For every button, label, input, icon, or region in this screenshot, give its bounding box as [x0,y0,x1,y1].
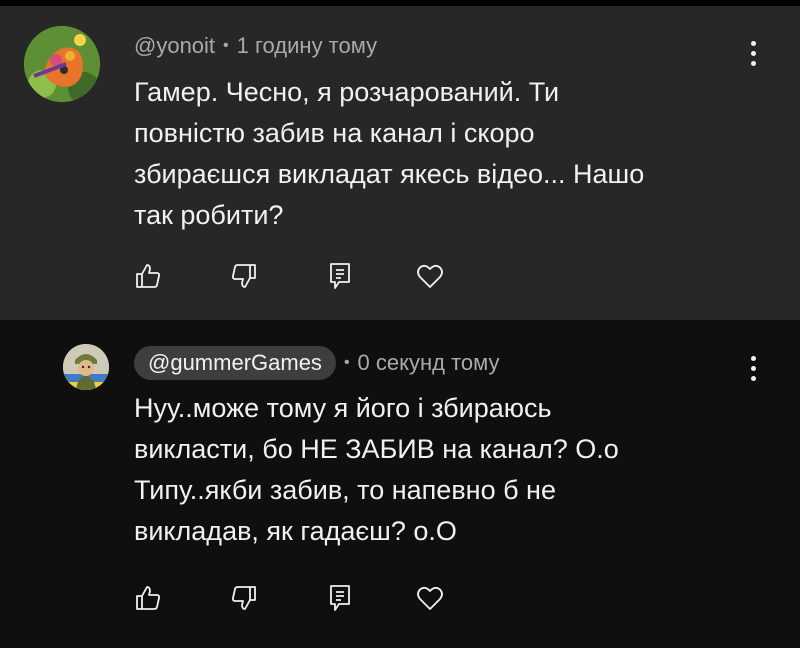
dislike-icon [232,264,256,288]
reply-button[interactable] [322,260,358,292]
comment-item: @gummerGames • 0 секунд тому Нуу..може т… [0,320,800,648]
comment-time[interactable]: 0 секунд тому [358,350,500,376]
separator-dot: • [343,354,350,371]
avatar[interactable] [63,344,109,390]
like-button[interactable] [130,582,166,614]
dislike-icon [232,586,256,610]
author-chip[interactable]: @gummerGames [134,346,336,380]
reply-icon [330,585,350,611]
comment-actions [130,260,508,292]
comment-item: @yonoit • 1 годину тому Гамер. Чесно, я … [0,6,800,320]
more-vertical-icon[interactable] [738,38,768,68]
comment-time[interactable]: 1 годину тому [237,33,377,59]
like-icon [136,586,160,610]
comment-meta: @yonoit • 1 годину тому [134,30,377,62]
heart-button[interactable] [412,260,448,292]
comment-meta: @gummerGames • 0 секунд тому [134,346,500,380]
like-icon [136,264,160,288]
dislike-button[interactable] [226,582,262,614]
avatar-image [24,26,100,102]
heart-button[interactable] [412,582,448,614]
comment-text: Гамер. Чесно, я розчарований. Ти повніст… [134,77,645,230]
separator-dot: • [223,37,229,54]
comment-text: Нуу..може тому я його і збираюсь викласт… [134,393,619,546]
heart-icon [417,586,443,610]
author-name[interactable]: @yonoit [134,33,215,59]
comment-actions [130,582,508,614]
reply-button[interactable] [322,582,358,614]
reply-icon [330,263,350,289]
avatar-image [63,344,109,390]
dislike-button[interactable] [226,260,262,292]
like-button[interactable] [130,260,166,292]
avatar[interactable] [24,26,100,102]
heart-icon [417,264,443,288]
more-vertical-icon[interactable] [738,353,768,383]
